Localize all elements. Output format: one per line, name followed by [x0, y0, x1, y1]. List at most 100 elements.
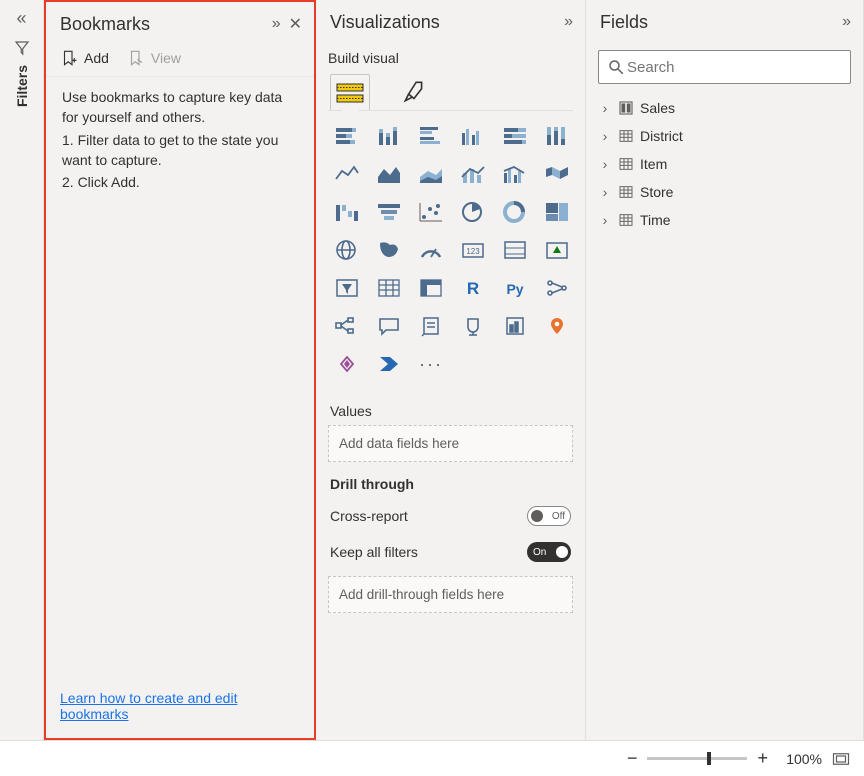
scatter-chart-icon[interactable] [414, 197, 448, 227]
cross-report-row: Cross-report Off [316, 498, 585, 534]
table-icon [618, 184, 634, 200]
stacked-column-chart-icon[interactable] [372, 121, 406, 151]
line-stacked-column-icon[interactable] [456, 159, 490, 189]
filled-map-icon[interactable] [372, 235, 406, 265]
format-icon [401, 79, 427, 105]
power-apps-icon[interactable] [330, 349, 364, 379]
stacked-area-chart-icon[interactable] [414, 159, 448, 189]
stacked-bar-chart-icon[interactable] [330, 121, 364, 151]
donut-chart-icon[interactable] [498, 197, 532, 227]
chevron-right-icon: › [598, 100, 612, 116]
goals-icon[interactable] [456, 311, 490, 341]
smart-narrative-icon[interactable] [414, 311, 448, 341]
collapse-icon[interactable]: » [842, 13, 851, 31]
gauge-icon[interactable] [414, 235, 448, 265]
fields-table-time[interactable]: › Time [592, 206, 857, 234]
table-icon [618, 156, 634, 172]
chevron-right-icon: › [598, 156, 612, 172]
card-icon[interactable]: 123 [456, 235, 490, 265]
arcgis-map-icon[interactable] [540, 311, 574, 341]
build-visual-label: Build visual [316, 44, 585, 70]
format-visual-tab[interactable] [394, 74, 434, 110]
svg-text:Py: Py [506, 281, 523, 297]
bookmarks-toolbar: Add View [46, 46, 314, 77]
bookmarks-learn-link[interactable]: Learn how to create and edit bookmarks [46, 680, 314, 738]
kpi-icon[interactable] [540, 235, 574, 265]
bookmarks-pane: Bookmarks » ✕ Add View Use bookmarks to … [44, 0, 316, 740]
measure-table-icon [618, 100, 634, 116]
close-icon[interactable]: ✕ [289, 14, 302, 34]
svg-text:R: R [467, 279, 479, 298]
paginated-report-icon[interactable] [498, 311, 532, 341]
treemap-icon[interactable] [540, 197, 574, 227]
funnel-chart-icon[interactable] [372, 197, 406, 227]
fields-search[interactable] [598, 50, 851, 84]
zoom-out-button[interactable]: − [627, 748, 638, 769]
fields-title: Fields [600, 12, 834, 33]
collapse-chevron-icon[interactable]: « [16, 8, 26, 29]
zoom-level: 100% [778, 751, 822, 767]
visualizations-header: Visualizations » [316, 0, 585, 44]
slicer-icon[interactable] [330, 273, 364, 303]
zoom-in-button[interactable]: + [757, 748, 768, 769]
r-visual-icon[interactable]: R [456, 273, 490, 303]
hundred-stacked-column-icon[interactable] [540, 121, 574, 151]
chevron-right-icon: › [598, 212, 612, 228]
build-visual-tab[interactable] [330, 74, 370, 110]
line-chart-icon[interactable] [330, 159, 364, 189]
decomposition-tree-icon[interactable] [330, 311, 364, 341]
filters-label: Filters [14, 65, 30, 107]
table-icon [618, 128, 634, 144]
clustered-column-chart-icon[interactable] [456, 121, 490, 151]
key-influencers-icon[interactable] [540, 273, 574, 303]
line-clustered-column-icon[interactable] [498, 159, 532, 189]
filter-icon[interactable] [13, 39, 31, 57]
more-visuals-icon[interactable]: ··· [414, 349, 448, 379]
keep-filters-row: Keep all filters On [316, 534, 585, 570]
visualizations-pane: Visualizations » Build visual [316, 0, 586, 740]
fields-table-item[interactable]: › Item [592, 150, 857, 178]
pie-chart-icon[interactable] [456, 197, 490, 227]
fields-table-district[interactable]: › District [592, 122, 857, 150]
status-bar: − + 100% [0, 740, 864, 776]
fields-table-sales[interactable]: › Sales [592, 94, 857, 122]
values-field-well[interactable]: Add data fields here [328, 425, 573, 462]
chevron-right-icon: › [598, 184, 612, 200]
bookmark-view-icon [127, 48, 145, 68]
power-automate-icon[interactable] [372, 349, 406, 379]
fields-header: Fields » [586, 0, 863, 44]
ribbon-chart-icon[interactable] [540, 159, 574, 189]
visualization-gallery: 123 R Py ··· [316, 121, 585, 389]
multi-row-card-icon[interactable] [498, 235, 532, 265]
svg-text:123: 123 [466, 247, 480, 256]
python-visual-icon[interactable]: Py [498, 273, 532, 303]
fields-table-list: › Sales › District › Item › Store › [586, 94, 863, 234]
add-bookmark-button[interactable]: Add [60, 48, 109, 68]
matrix-icon[interactable] [414, 273, 448, 303]
waterfall-chart-icon[interactable] [330, 197, 364, 227]
hundred-stacked-bar-icon[interactable] [498, 121, 532, 151]
area-chart-icon[interactable] [372, 159, 406, 189]
qa-visual-icon[interactable] [372, 311, 406, 341]
cross-report-toggle[interactable]: Off [527, 506, 571, 526]
table-icon[interactable] [372, 273, 406, 303]
drill-through-field-well[interactable]: Add drill-through fields here [328, 576, 573, 613]
collapse-icon[interactable]: » [272, 15, 281, 33]
build-tabs [316, 70, 585, 110]
fields-pane: Fields » › Sales › District › Item [586, 0, 864, 740]
fields-table-store[interactable]: › Store [592, 178, 857, 206]
filters-rail: « Filters [0, 0, 44, 740]
search-icon [607, 58, 625, 76]
clustered-bar-chart-icon[interactable] [414, 121, 448, 151]
table-visual-icon [336, 81, 364, 105]
keep-filters-toggle[interactable]: On [527, 542, 571, 562]
view-bookmark-button: View [127, 48, 181, 68]
map-icon[interactable] [330, 235, 364, 265]
chevron-right-icon: › [598, 128, 612, 144]
table-icon [618, 212, 634, 228]
zoom-slider[interactable] [647, 757, 747, 760]
collapse-icon[interactable]: » [564, 13, 573, 31]
bookmark-add-icon [60, 48, 78, 68]
search-input[interactable] [625, 58, 842, 77]
fit-to-page-button[interactable] [832, 752, 850, 766]
